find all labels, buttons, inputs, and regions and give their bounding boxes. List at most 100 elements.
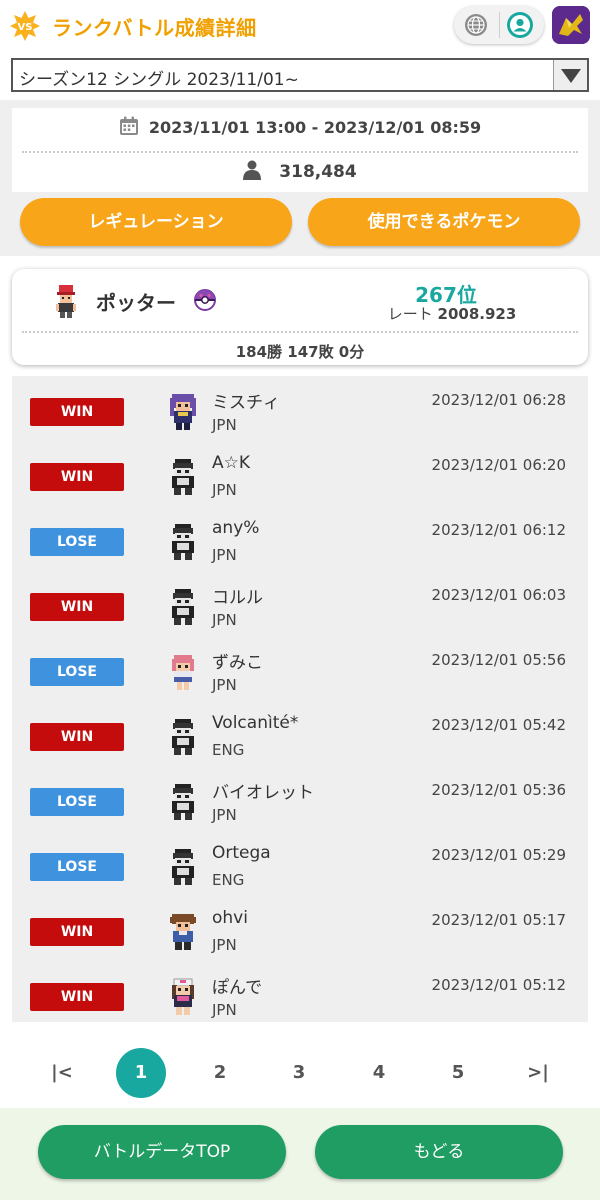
vs-badge-icon: VS — [10, 11, 40, 41]
battle-time: 2023/12/01 05:56 — [431, 651, 566, 669]
app-icon[interactable] — [552, 6, 590, 44]
default-trainer-icon — [172, 589, 194, 625]
opponent-name: Ortega — [212, 843, 271, 863]
opponent-name: ohvi — [212, 908, 248, 928]
page-3-button[interactable]: 3 — [274, 1048, 324, 1098]
svg-text:VS: VS — [18, 22, 33, 33]
pagination: |< 1 2 3 4 5 >| — [0, 1044, 600, 1102]
battle-row[interactable]: LOSE Ortega ENG 2023/12/01 05:29 — [12, 831, 588, 896]
result-badge: LOSE — [30, 658, 124, 686]
page-5-button[interactable]: 5 — [433, 1048, 483, 1098]
battle-row[interactable]: WIN ohvi JPN 2023/12/01 05:17 — [12, 896, 588, 961]
battle-time: 2023/12/01 06:12 — [431, 521, 566, 539]
season-info-card: 2023/11/01 13:00 - 2023/12/01 08:59 318,… — [12, 108, 588, 192]
opponent-language: JPN — [212, 481, 237, 499]
result-badge: WIN — [30, 398, 124, 426]
battle-time: 2023/12/01 06:20 — [431, 456, 566, 474]
battle-row[interactable]: WIN コルル JPN 2023/12/01 06:03 — [12, 571, 588, 636]
result-badge: WIN — [30, 918, 124, 946]
globe-icon[interactable] — [464, 13, 488, 37]
opponent-name: コルル — [212, 588, 263, 608]
opponent-language: JPN — [212, 936, 237, 954]
default-trainer-icon — [172, 784, 194, 820]
result-badge: LOSE — [30, 528, 124, 556]
result-badge: WIN — [30, 983, 124, 1011]
battle-data-top-button[interactable]: バトルデータTOP — [38, 1125, 286, 1179]
regulation-button[interactable]: レギュレーション — [20, 198, 292, 246]
page-title: ランクバトル成績詳細 — [52, 16, 257, 40]
result-badge: WIN — [30, 463, 124, 491]
battle-time: 2023/12/01 05:17 — [431, 911, 566, 929]
opponent-language: JPN — [212, 676, 237, 694]
opponent-language: JPN — [212, 416, 237, 434]
battle-row[interactable]: WIN ミスチィ JPN 2023/12/01 06:28 — [12, 376, 588, 441]
player-summary-card: ポッター 267位 レート 2008.923 184勝 147敗 0分 — [12, 269, 588, 365]
battle-row[interactable]: WIN Volcanìté* ENG 2023/12/01 05:42 — [12, 701, 588, 766]
default-trainer-icon — [172, 459, 194, 495]
battle-row[interactable]: WIN ぽんで JPN 2023/12/01 05:12 — [12, 961, 588, 1022]
battle-time: 2023/12/01 05:42 — [431, 716, 566, 734]
player-count: 318,484 — [279, 162, 357, 182]
opponent-language: ENG — [212, 741, 245, 759]
opponent-name: バイオレット — [212, 783, 314, 803]
opponent-name: ずみこ — [212, 653, 263, 673]
app-header: VS ランクバトル成績詳細 — [0, 0, 600, 52]
dotted-divider — [22, 151, 578, 153]
season-period: 2023/11/01 13:00 - 2023/12/01 08:59 — [148, 118, 482, 137]
battle-time: 2023/12/01 05:29 — [431, 846, 566, 864]
header-divider — [499, 12, 500, 38]
page-4-button[interactable]: 4 — [354, 1048, 404, 1098]
calendar-icon — [119, 116, 138, 135]
person-icon — [243, 160, 262, 180]
season-selected-value: シーズン12 シングル 2023/11/01~ — [19, 70, 299, 90]
user-icon[interactable] — [506, 11, 534, 39]
default-trainer-icon — [172, 719, 194, 755]
page-1-button[interactable]: 1 — [116, 1048, 166, 1098]
player-name: ポッター — [96, 291, 176, 315]
battle-history-list: WIN ミスチィ JPN 2023/12/01 06:28 WIN A☆K JP… — [12, 376, 588, 1022]
opponent-name: ぽんで — [212, 978, 263, 998]
opponent-language: JPN — [212, 806, 237, 824]
battle-time: 2023/12/01 06:03 — [431, 586, 566, 604]
battle-row[interactable]: LOSE ずみこ JPN 2023/12/01 05:56 — [12, 636, 588, 701]
first-page-button[interactable]: |< — [37, 1048, 87, 1098]
footer-bar: バトルデータTOP もどる — [0, 1108, 600, 1200]
chevron-down-icon — [561, 69, 581, 83]
battle-time: 2023/12/01 06:28 — [431, 391, 566, 409]
battle-row[interactable]: LOSE バイオレット JPN 2023/12/01 05:36 — [12, 766, 588, 831]
player-count-row: 318,484 — [12, 160, 588, 186]
trainer-sprite-icon — [56, 285, 76, 318]
opponent-language: ENG — [212, 871, 245, 889]
season-select[interactable]: シーズン12 シングル 2023/11/01~ — [11, 58, 589, 92]
last-page-button[interactable]: >| — [513, 1048, 563, 1098]
opponent-name: A☆K — [212, 453, 251, 473]
battle-time: 2023/12/01 05:36 — [431, 781, 566, 799]
player-rate: レート 2008.923 — [352, 303, 552, 324]
opponent-name: ミスチィ — [212, 393, 280, 413]
brown-hair-trainer-icon — [170, 914, 196, 950]
dotted-divider — [22, 331, 578, 333]
result-badge: LOSE — [30, 853, 124, 881]
page-2-button[interactable]: 2 — [195, 1048, 245, 1098]
battle-row[interactable]: LOSE any% JPN 2023/12/01 06:12 — [12, 506, 588, 571]
rate-value: 2008.923 — [437, 305, 517, 323]
season-info-section: 2023/11/01 13:00 - 2023/12/01 08:59 318,… — [0, 100, 600, 256]
default-trainer-icon — [172, 849, 194, 885]
usable-pokemon-button[interactable]: 使用できるポケモン — [308, 198, 580, 246]
season-period-row: 2023/11/01 13:00 - 2023/12/01 08:59 — [12, 116, 588, 140]
result-badge: WIN — [30, 723, 124, 751]
battle-time: 2023/12/01 05:12 — [431, 976, 566, 994]
opponent-language: JPN — [212, 546, 237, 564]
opponent-name: any% — [212, 518, 260, 538]
back-button[interactable]: もどる — [315, 1125, 563, 1179]
default-trainer-icon — [172, 524, 194, 560]
opponent-language: JPN — [212, 1001, 237, 1019]
header-button-group — [454, 6, 544, 44]
battle-row[interactable]: WIN A☆K JPN 2023/12/01 06:20 — [12, 441, 588, 506]
purple-hair-trainer-icon — [170, 394, 196, 430]
opponent-name: Volcanìté* — [212, 713, 299, 733]
player-record: 184勝 147敗 0分 — [235, 343, 365, 361]
result-badge: WIN — [30, 593, 124, 621]
season-dropdown-toggle[interactable] — [553, 60, 587, 90]
white-hat-trainer-icon — [172, 978, 194, 1015]
